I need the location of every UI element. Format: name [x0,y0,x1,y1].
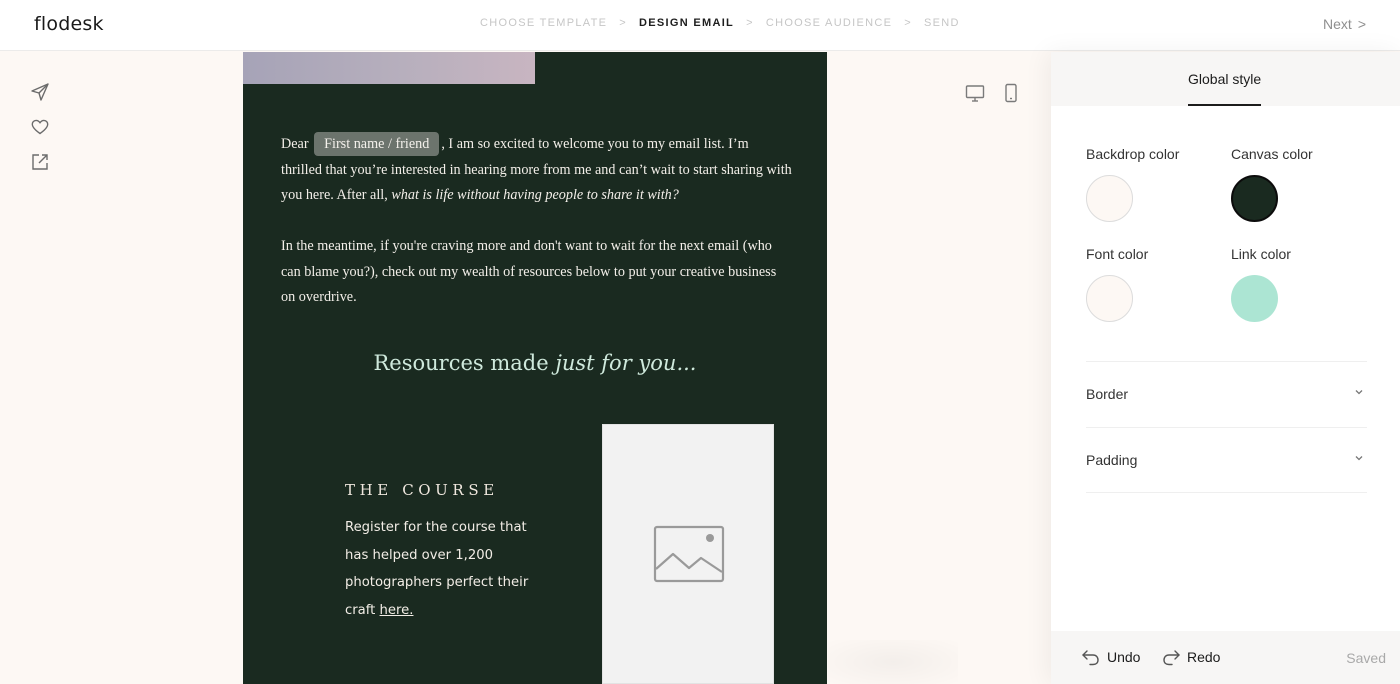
step-design-email[interactable]: DESIGN EMAIL [639,17,734,29]
undo-label: Undo [1107,649,1141,665]
step-choose-template[interactable]: CHOOSE TEMPLATE [480,17,607,29]
flodesk-logo[interactable]: flodesk [34,13,104,35]
canvas-color-swatch[interactable] [1231,175,1278,222]
step-send[interactable]: SEND [924,17,960,29]
external-link-icon[interactable] [30,152,50,172]
course-text: Register for the course that has helped … [345,520,529,618]
step-navigation: CHOOSE TEMPLATE > DESIGN EMAIL > CHOOSE … [480,17,960,29]
course-description[interactable]: Register for the course that has helped … [345,514,545,624]
step-separator: > [904,17,913,29]
welcome-paragraph[interactable]: Dear First name / friend, I am so excite… [281,132,793,209]
save-status: Saved [1346,650,1386,666]
chevron-down-icon [1355,390,1363,395]
canvas-color-label: Canvas color [1231,146,1313,162]
backdrop-color-swatch[interactable] [1086,175,1133,222]
style-panel: Global style Backdrop color Canvas color… [1051,52,1400,684]
resources-heading[interactable]: Resources made just for you... [243,351,827,375]
font-color-label: Font color [1086,246,1149,262]
redo-button[interactable]: Redo [1161,648,1220,666]
course-title[interactable]: THE COURSE [345,481,499,499]
redo-label: Redo [1187,649,1221,665]
next-label: Next [1323,16,1352,32]
paragraph-italic-text: what is life without having people to sh… [391,187,679,203]
padding-accordion[interactable]: Padding [1086,427,1367,493]
border-label: Border [1086,386,1129,402]
link-color-label: Link color [1231,246,1291,262]
chevron-down-icon [1355,456,1363,461]
chevron-right-icon: > [1357,16,1366,32]
desktop-icon[interactable] [964,82,986,104]
undo-button[interactable]: Undo [1081,648,1140,666]
panel-header: Global style [1051,52,1400,106]
merge-tag-first-name[interactable]: First name / friend [314,132,440,156]
divider [1086,492,1367,493]
course-link[interactable]: here. [380,603,414,618]
backdrop-color-label: Backdrop color [1086,146,1180,162]
next-button[interactable]: Next > [1323,16,1366,32]
mobile-icon[interactable] [1000,82,1022,104]
font-color-swatch[interactable] [1086,275,1133,322]
step-choose-audience[interactable]: CHOOSE AUDIENCE [766,17,892,29]
resources-heading-italic: just for you... [555,351,697,375]
header-image[interactable] [243,52,535,84]
padding-label: Padding [1086,452,1138,468]
step-separator: > [746,17,754,29]
heart-icon[interactable] [30,117,50,137]
undo-icon [1082,650,1099,666]
canvas-shadow [828,640,958,684]
step-separator: > [619,17,628,29]
link-color-swatch[interactable] [1231,275,1278,322]
resources-intro-paragraph[interactable]: In the meantime, if you're craving more … [281,234,793,311]
image-placeholder-icon [653,525,725,583]
course-image-placeholder[interactable] [602,424,774,684]
paragraph-text: Dear [281,136,309,152]
resources-heading-text: Resources made [373,351,549,375]
redo-icon [1163,650,1180,666]
panel-footer: Undo Redo Saved [1051,631,1400,684]
top-bar: flodesk CHOOSE TEMPLATE > DESIGN EMAIL >… [0,0,1400,51]
send-icon[interactable] [30,82,50,102]
border-accordion[interactable]: Border [1086,361,1367,427]
tab-global-style[interactable]: Global style [1188,71,1262,106]
email-canvas[interactable]: Dear First name / friend, I am so excite… [243,52,827,684]
